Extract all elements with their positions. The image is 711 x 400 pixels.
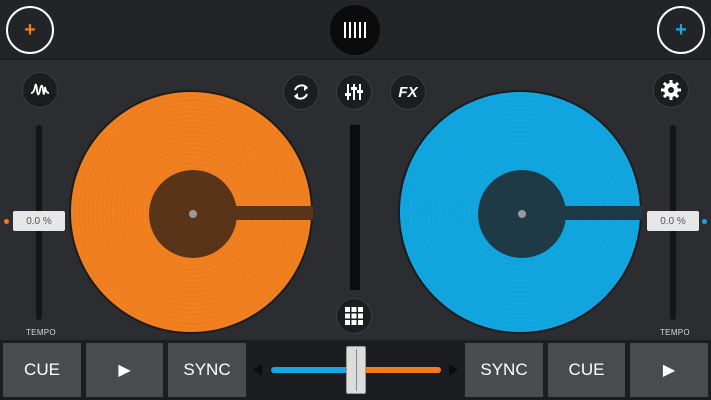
add-track-left-button[interactable]: + — [6, 6, 54, 54]
tempo-label-right: TEMPO — [660, 328, 690, 337]
plus-icon: + — [675, 18, 687, 41]
waveform-icon — [30, 83, 50, 96]
spindle — [189, 210, 197, 218]
grid-icon — [345, 307, 363, 325]
library-bars-icon — [344, 22, 366, 38]
cue-button-right[interactable]: CUE — [548, 343, 625, 397]
play-button-right[interactable]: ▶ — [630, 343, 708, 397]
fx-label: FX — [398, 83, 418, 101]
play-button-left[interactable]: ▶ — [86, 343, 163, 397]
add-track-right-button[interactable]: + — [657, 6, 705, 54]
sampler-button[interactable] — [336, 298, 372, 334]
plus-icon: + — [24, 18, 36, 41]
vinyl-label — [149, 170, 237, 258]
tempo-label-left: TEMPO — [26, 328, 56, 337]
pitch-indicator-right — [702, 219, 707, 224]
sync-button-right[interactable]: SYNC — [465, 343, 543, 397]
crossfader-handle[interactable] — [346, 346, 366, 394]
play-icon: ▶ — [662, 362, 676, 379]
turntable-left[interactable] — [69, 90, 313, 334]
crossfader-left-track — [271, 367, 353, 373]
crossfader-right-arrow-icon — [449, 364, 458, 376]
pitch-indicator-left — [4, 219, 9, 224]
sync-button-left[interactable]: SYNC — [168, 343, 246, 397]
top-bar: + + — [0, 0, 711, 60]
transport-bar: CUE ▶ SYNC SYNC CUE ▶ — [0, 340, 711, 400]
loop-button[interactable] — [283, 74, 319, 110]
crossfader-left-arrow-icon — [253, 364, 262, 376]
pitch-value-right: 0.0 % — [647, 211, 699, 231]
vinyl-label — [478, 170, 566, 258]
gear-icon — [661, 80, 681, 100]
cue-button-left[interactable]: CUE — [3, 343, 81, 397]
crossfader[interactable] — [253, 340, 459, 400]
vinyl-marker — [560, 206, 642, 220]
play-icon: ▶ — [118, 362, 131, 379]
master-volume-slider[interactable] — [350, 125, 360, 290]
mixer-button[interactable] — [336, 74, 372, 110]
crossfader-right-track — [363, 367, 441, 373]
spindle — [518, 210, 526, 218]
pitch-value-left: 0.0 % — [13, 211, 65, 231]
vinyl-marker — [231, 206, 313, 220]
mixer-sliders-icon — [345, 84, 363, 100]
settings-button[interactable] — [653, 72, 689, 108]
loop-icon — [294, 84, 308, 100]
turntable-right[interactable] — [398, 90, 642, 334]
waveform-button[interactable] — [22, 72, 58, 108]
library-button[interactable] — [330, 5, 380, 55]
fx-button[interactable]: FX — [390, 74, 426, 110]
